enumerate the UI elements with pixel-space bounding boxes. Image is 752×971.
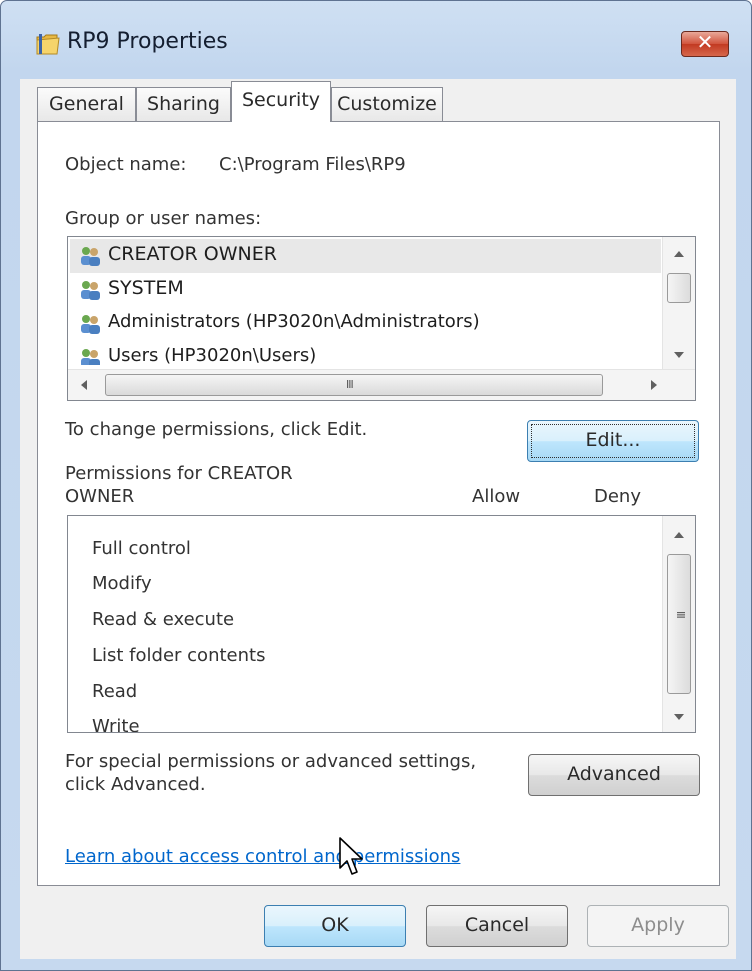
properties-window: RP9 Properties ✕ General Sharing Securit…	[0, 0, 752, 971]
permissions-for-label: Permissions for CREATOR	[65, 463, 293, 484]
deny-column-header: Deny	[594, 486, 641, 507]
scroll-right-arrow-icon[interactable]	[651, 380, 657, 390]
title-bar[interactable]: RP9 Properties ✕	[1, 1, 751, 85]
tab-security[interactable]: Security	[231, 81, 331, 122]
security-panel: Object name: C:\Program Files\RP9 Group …	[37, 121, 720, 886]
user-list[interactable]: CREATOR OWNER SYSTEM Administrators (HP3…	[67, 236, 696, 401]
user-row-users[interactable]: Users (HP3020n\Users)	[70, 341, 661, 365]
learn-access-control-link[interactable]: Learn about access control and permissio…	[65, 846, 460, 867]
dialog-client-area: General Sharing Security Customize Objec…	[20, 79, 736, 959]
close-icon: ✕	[696, 30, 714, 54]
focus-rectangle	[531, 424, 695, 458]
user-row-system[interactable]: SYSTEM	[70, 273, 661, 307]
scroll-thumb[interactable]	[667, 273, 691, 303]
tab-label: Customize	[337, 93, 437, 115]
cancel-button-label: Cancel	[464, 914, 530, 936]
change-permissions-text: To change permissions, click Edit.	[65, 419, 368, 440]
permission-write: Write	[92, 716, 140, 733]
tab-label: General	[49, 93, 124, 115]
apply-button[interactable]: Apply	[587, 905, 729, 947]
users-group-icon	[81, 349, 100, 365]
permission-list-folder-contents: List folder contents	[92, 645, 266, 666]
permission-modify: Modify	[92, 573, 152, 594]
user-name: Administrators (HP3020n\Administrators)	[108, 311, 480, 332]
permission-full-control: Full control	[92, 538, 191, 559]
permission-read-execute: Read & execute	[92, 609, 235, 630]
permissions-vertical-scrollbar[interactable]: III	[662, 516, 695, 732]
scroll-thumb[interactable]: III	[667, 554, 691, 694]
ok-button[interactable]: OK	[264, 905, 406, 947]
apply-button-label: Apply	[631, 914, 685, 936]
users-group-icon	[81, 315, 100, 334]
allow-column-header: Allow	[472, 486, 521, 507]
users-group-icon	[81, 281, 100, 300]
tab-label: Sharing	[147, 93, 220, 115]
permissions-for-label-line2: OWNER	[65, 486, 135, 507]
tab-label: Security	[241, 89, 321, 111]
user-list-vertical-scrollbar[interactable]	[662, 237, 695, 370]
user-row-creator-owner[interactable]: CREATOR OWNER	[70, 239, 661, 273]
user-name: CREATOR OWNER	[108, 243, 277, 265]
special-permissions-text: For special permissions or advanced sett…	[65, 751, 477, 772]
user-list-horizontal-scrollbar[interactable]: III	[68, 369, 695, 400]
tab-general[interactable]: General	[37, 87, 136, 121]
scroll-grip-icon: III	[346, 378, 354, 391]
folder-icon	[36, 34, 60, 55]
scroll-left-arrow-icon[interactable]	[81, 380, 87, 390]
scroll-down-arrow-icon[interactable]	[674, 714, 684, 720]
tab-sharing[interactable]: Sharing	[136, 87, 231, 121]
edit-button[interactable]: Edit...	[527, 420, 699, 462]
window-title: RP9 Properties	[67, 29, 228, 54]
scroll-grip-icon: III	[674, 611, 687, 618]
permissions-list[interactable]: Full control Modify Read & execute List …	[67, 515, 696, 733]
object-name-value: C:\Program Files\RP9	[219, 154, 406, 175]
tab-customize[interactable]: Customize	[331, 87, 443, 121]
advanced-button-label: Advanced	[567, 763, 661, 785]
user-name: Users (HP3020n\Users)	[108, 345, 317, 365]
scroll-up-arrow-icon[interactable]	[674, 532, 684, 538]
ok-button-label: OK	[321, 914, 349, 936]
permission-read: Read	[92, 681, 138, 702]
scroll-down-arrow-icon[interactable]	[674, 352, 684, 358]
object-name-label: Object name:	[65, 154, 187, 175]
user-row-administrators[interactable]: Administrators (HP3020n\Administrators)	[70, 307, 661, 341]
scroll-thumb-horizontal[interactable]: III	[105, 374, 603, 396]
close-button[interactable]: ✕	[681, 30, 729, 57]
mouse-pointer-icon	[339, 837, 363, 875]
advanced-button[interactable]: Advanced	[528, 754, 700, 796]
cancel-button[interactable]: Cancel	[426, 905, 568, 947]
scroll-up-arrow-icon[interactable]	[674, 251, 684, 257]
group-user-names-label: Group or user names:	[65, 208, 262, 229]
user-name: SYSTEM	[108, 277, 184, 299]
special-permissions-text-line2: click Advanced.	[65, 774, 206, 795]
users-group-icon	[81, 247, 100, 266]
